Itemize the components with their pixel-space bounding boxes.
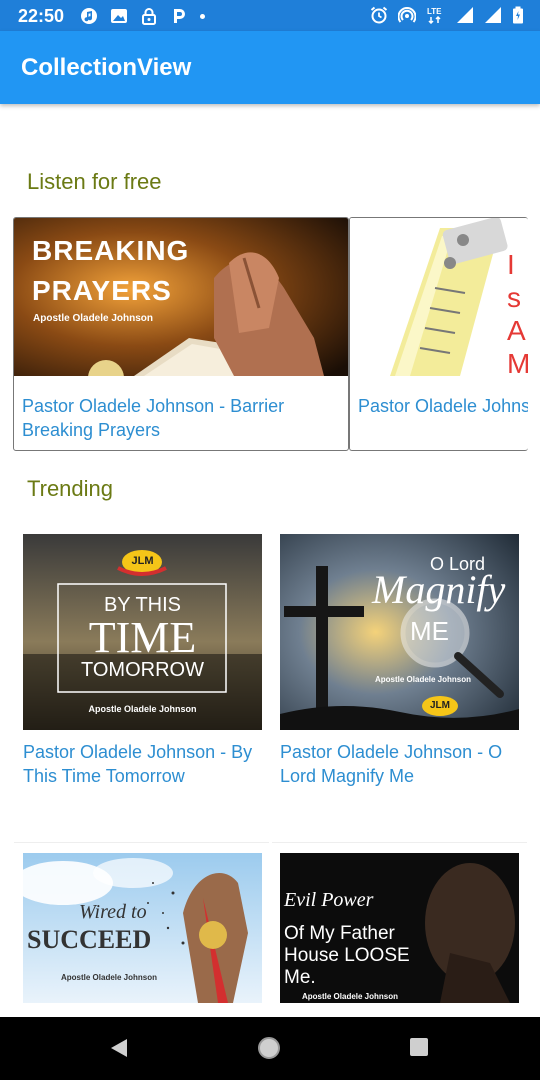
music-app-icon (80, 7, 98, 25)
divider (14, 842, 269, 843)
recents-icon[interactable] (409, 1037, 429, 1062)
app-bar: CollectionView (0, 31, 540, 104)
art-letter-1: I s (507, 249, 521, 313)
card-caption: Pastor Oladele Johnson - Barrier Breakin… (22, 396, 285, 440)
art-logo: JLM (430, 700, 450, 711)
listen-card-attain-measure[interactable]: I s A M Pastor Oladele Johnson - I Shall… (349, 217, 528, 451)
card-caption: Pastor Oladele Johnson - By This Time To… (23, 742, 253, 786)
art-subtitle: Apostle Oladele Johnson (375, 675, 472, 684)
art-title-line2: PRAYERS (32, 275, 172, 306)
home-icon[interactable] (257, 1036, 281, 1065)
signal-icon (484, 6, 502, 24)
image-notification-icon (110, 7, 128, 25)
listen-card-breaking-prayers[interactable]: BREAKING PRAYERS Apostle Oladele Johnson… (13, 217, 349, 451)
system-icons: LTE (370, 6, 524, 24)
art-title-line1: BREAKING (32, 235, 190, 266)
signal-icon (456, 6, 474, 24)
section-title-trending: Trending (27, 476, 114, 501)
art-title-line2: Of My Father (284, 923, 395, 944)
lock-icon (140, 7, 158, 25)
card-thumbnail: O Lord Magnify ME Apostle Oladele Johnso… (280, 534, 519, 730)
card-caption: Pastor Oladele Johnson - I Shall Attain … (358, 396, 528, 416)
art-title-line4: Me. (284, 967, 316, 988)
p-app-icon (170, 7, 188, 25)
card-caption: Pastor Oladele Johnson - O Lord Magnify … (280, 742, 503, 786)
card-thumbnail: JLM BY THIS TIME TOMORROW Apostle Oladel… (23, 534, 262, 730)
art-title-line3: House LOOSE (284, 945, 410, 966)
art-title-line1: Wired to (79, 901, 147, 923)
page-title: CollectionView (21, 54, 192, 81)
trending-card-evil-power[interactable]: Evil Power Of My Father House LOOSE Me. … (280, 853, 519, 1003)
art-title-line1: Evil Power (284, 889, 374, 911)
art-letter-2: A (507, 315, 526, 346)
divider (272, 842, 527, 843)
card-thumbnail: Wired to SUCCEED Apostle Oladele Johnson (23, 853, 262, 1003)
trending-card-wired-to-succeed[interactable]: Wired to SUCCEED Apostle Oladele Johnson (23, 853, 262, 1003)
card-thumbnail: Evil Power Of My Father House LOOSE Me. … (280, 853, 519, 1003)
trending-card-magnify-me[interactable]: O Lord Magnify ME Apostle Oladele Johnso… (280, 534, 519, 788)
navigation-bar (0, 1017, 540, 1080)
art-title-line3: TOMORROW (81, 659, 204, 681)
art-title-line2: TIME (88, 613, 197, 662)
dot-icon (200, 13, 205, 19)
notification-icons (80, 7, 205, 25)
art-title-line2: Magnify (372, 567, 506, 612)
section-title-listen: Listen for free (27, 169, 162, 194)
art-subtitle: Apostle Oladele Johnson (61, 973, 158, 982)
art-letter-3: M (507, 348, 528, 376)
status-time: 22:50 (18, 6, 65, 26)
hotspot-icon (398, 6, 416, 24)
battery-icon (512, 6, 524, 24)
art-subtitle: Apostle Oladele Johnson (88, 704, 197, 714)
svg-text:LTE: LTE (427, 7, 442, 16)
status-bar: 22:50 LTE (0, 0, 540, 31)
art-logo: JLM (131, 555, 154, 567)
card-thumbnail: BREAKING PRAYERS Apostle Oladele Johnson (14, 218, 348, 376)
lte-icon: LTE (426, 6, 446, 24)
art-subtitle: Apostle Oladele Johnson (33, 313, 154, 324)
back-icon[interactable] (108, 1037, 130, 1064)
trending-card-by-this-time[interactable]: JLM BY THIS TIME TOMORROW Apostle Oladel… (23, 534, 262, 788)
card-thumbnail: I s A M (350, 218, 528, 376)
alarm-icon (370, 6, 388, 24)
art-title-line2: SUCCEED (27, 925, 152, 954)
art-title-line3: ME (410, 616, 449, 646)
art-subtitle: Apostle Oladele Johnson (302, 992, 399, 1001)
